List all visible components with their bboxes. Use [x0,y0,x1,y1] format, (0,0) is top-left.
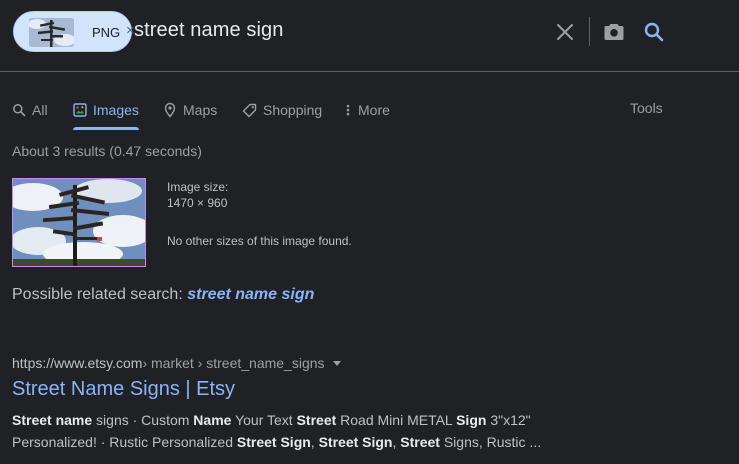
search-query[interactable]: street name sign [134,19,283,42]
snippet-text: signs · Custom [92,412,194,428]
snippet-text: 3"x12" [486,412,531,428]
tab-shopping-label: Shopping [263,102,323,118]
snippet-text: Signs, Rustic ... [439,434,542,450]
related-search-prefix: Possible related search: [12,286,183,303]
image-search-chip[interactable]: PNG × [13,11,135,52]
related-search: Possible related search: street name sig… [12,286,314,304]
result-domain: https://www.etsy.com [12,355,143,371]
result-title-link[interactable]: Street Name Signs | Etsy [12,378,235,401]
search-bar: PNG × street name sign [0,0,739,72]
tab-maps[interactable]: Maps [163,100,217,120]
clear-icon[interactable] [554,21,576,43]
image-size-value: 1470 × 960 [167,196,228,210]
snippet-keyword: Street Sign [236,434,311,450]
tab-all[interactable]: All [12,100,48,120]
result-cite: https://www.etsy.com › market › street_n… [12,355,341,371]
snippet-keyword: name [55,412,93,428]
tab-more-label: More [358,102,390,118]
image-size-label: Image size: [167,180,229,194]
active-tab-indicator [73,127,139,130]
result-path: › market › street_name_signs [142,355,325,371]
chip-label: PNG [92,25,121,40]
snippet-keyword: Street [12,412,52,428]
snippet-keyword: Street Sign [318,434,393,450]
snippet-keyword: Street [400,434,440,450]
search-icon[interactable] [642,20,666,44]
chip-thumbnail-image [29,18,74,47]
tab-more[interactable]: More [344,100,390,120]
snippet-text: Personalized! · Rustic Personalized [12,434,237,450]
search-bar-divider [589,17,590,46]
tab-images-label: Images [93,102,139,118]
snippet-text: , [310,434,319,450]
snippet-keyword: Street [296,412,337,428]
result-menu-caret-icon[interactable] [332,360,341,366]
result-snippet-line-1: Street name signs · Custom Name Your Tex… [12,409,732,431]
tab-maps-label: Maps [183,102,218,118]
search-icon [13,104,26,117]
image-icon [73,103,87,117]
result-stats: About 3 results (0.47 seconds) [12,143,202,159]
tab-images[interactable]: Images [73,100,139,120]
snippet-text: Your Text [231,412,297,428]
no-other-sizes-text: No other sizes of this image found. [167,234,352,248]
tag-icon [242,103,257,117]
result-snippet: Street name signs · Custom Name Your Tex… [12,409,732,453]
snippet-keyword: Name [193,412,232,428]
snippet-text: Road Mini METAL [336,412,457,428]
tab-shopping[interactable]: Shopping [242,100,322,120]
tools-button[interactable]: Tools [630,100,663,116]
more-vert-icon [346,104,350,116]
map-pin-icon [164,102,176,118]
snippet-keyword: Sign [456,412,487,428]
result-snippet-line-2: Personalized! · Rustic Personalized Stre… [12,431,732,453]
tab-all-label: All [32,102,48,118]
related-search-link[interactable]: street name sign [187,286,314,303]
query-image-thumbnail[interactable] [12,178,146,267]
camera-icon[interactable] [602,20,626,44]
